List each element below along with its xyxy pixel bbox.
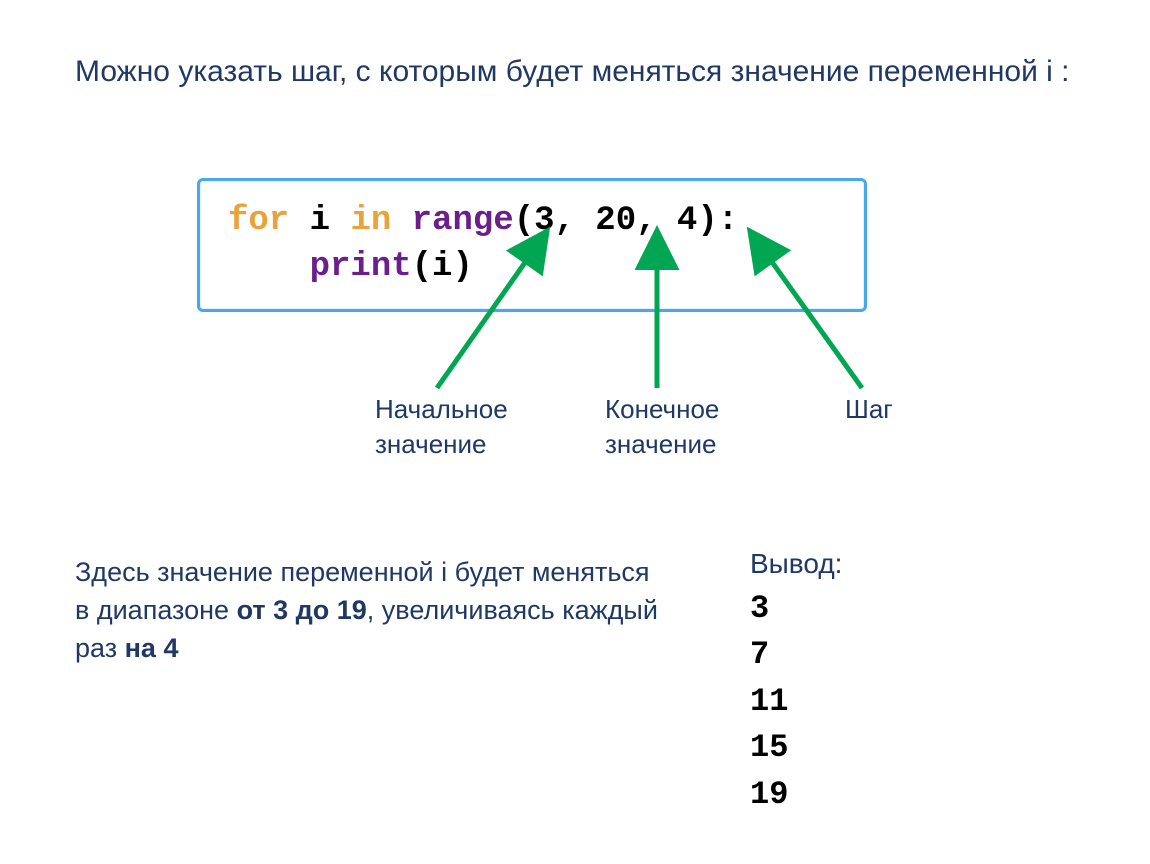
code-space	[391, 202, 411, 240]
code-args: (3, 20, 4):	[514, 202, 738, 240]
keyword-in: in	[350, 202, 391, 240]
label-step: Шаг	[845, 392, 893, 427]
output-values: 3 7 11 15 19	[750, 586, 842, 818]
code-var-i: i	[289, 202, 350, 240]
fn-range: range	[412, 202, 514, 240]
explanation-text: Здесь значение переменной i будет менять…	[75, 554, 665, 667]
fn-print: print	[310, 248, 412, 286]
output-title: Вывод:	[750, 548, 842, 580]
output-line: 3	[750, 586, 842, 632]
label-end-value: Конечное значение	[605, 392, 719, 462]
intro-text: Можно указать шаг, с которым будет менят…	[75, 52, 1070, 93]
code-block: for i in range(3, 20, 4): print(i)	[197, 178, 867, 312]
explain-bold2: на 4	[125, 633, 179, 663]
slide: Можно указать шаг, с которым будет менят…	[0, 0, 1150, 864]
keyword-for: for	[228, 202, 289, 240]
explain-bold1: от 3 до 19	[237, 595, 367, 625]
code-print-arg: (i)	[412, 248, 473, 286]
output-line: 7	[750, 632, 842, 678]
code-indent	[228, 248, 310, 286]
output-line: 15	[750, 725, 842, 771]
output-line: 19	[750, 772, 842, 818]
output-line: 11	[750, 679, 842, 725]
label-start-value: Начальное значение	[375, 392, 508, 462]
output-block: Вывод: 3 7 11 15 19	[750, 548, 842, 818]
